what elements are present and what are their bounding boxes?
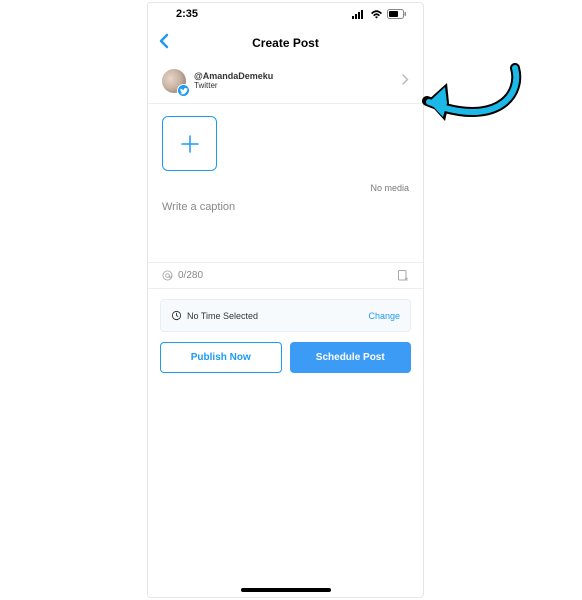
account-selector[interactable]: @AmandaDemeku Twitter	[148, 61, 423, 104]
account-info: @AmandaDemeku Twitter	[194, 72, 402, 91]
time-left: No Time Selected	[171, 310, 258, 321]
header: Create Post	[148, 25, 423, 61]
schedule-section: No Time Selected Change Publish Now Sche…	[148, 289, 423, 383]
account-platform: Twitter	[194, 82, 402, 91]
time-selector[interactable]: No Time Selected Change	[160, 299, 411, 332]
schedule-post-button[interactable]: Schedule Post	[290, 342, 412, 373]
wifi-icon	[370, 10, 383, 19]
back-button[interactable]	[158, 33, 170, 54]
battery-icon	[387, 9, 407, 19]
mention-icon	[162, 270, 173, 281]
chevron-left-icon	[158, 33, 170, 49]
media-section	[148, 104, 423, 177]
change-time-link[interactable]: Change	[368, 311, 400, 321]
home-indicator[interactable]	[241, 588, 331, 592]
status-bar: 2:35	[148, 3, 423, 25]
signal-icon	[352, 10, 366, 19]
annotation-arrow-icon	[415, 53, 535, 153]
account-handle: @AmandaDemeku	[194, 72, 402, 82]
counter-left: 0/280	[162, 270, 203, 281]
twitter-badge-icon	[177, 84, 190, 97]
avatar-wrap	[162, 69, 186, 93]
character-counter: 0/280	[178, 270, 203, 281]
time-label: No Time Selected	[187, 311, 258, 321]
plus-icon	[179, 133, 201, 155]
publish-now-button[interactable]: Publish Now	[160, 342, 282, 373]
button-row: Publish Now Schedule Post	[160, 342, 411, 373]
no-media-label: No media	[148, 177, 423, 195]
chevron-right-icon	[402, 74, 409, 88]
caption-input[interactable]	[162, 201, 409, 253]
attachment-icon[interactable]	[397, 269, 409, 282]
add-media-button[interactable]	[162, 116, 217, 171]
counter-row: 0/280	[148, 262, 423, 289]
page-title: Create Post	[252, 36, 319, 50]
phone-frame: 2:35 Create Post @AmandaDemeku Twitter	[147, 2, 424, 598]
status-time: 2:35	[164, 8, 198, 20]
caption-section	[148, 195, 423, 262]
status-icons	[352, 9, 407, 19]
clock-icon	[171, 310, 182, 321]
